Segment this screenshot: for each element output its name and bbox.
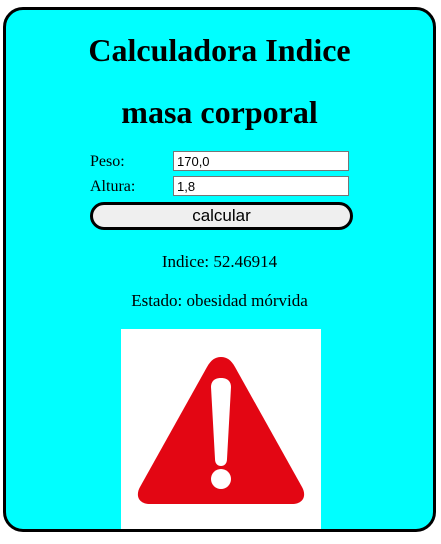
calcular-button[interactable]: calcular <box>90 202 353 230</box>
peso-label: Peso: <box>90 153 125 170</box>
page-title: Calculadora Indice <box>88 32 351 68</box>
warning-image <box>121 329 321 529</box>
page-subtitle: masa corporal <box>121 94 318 130</box>
altura-label: Altura: <box>90 178 136 195</box>
altura-row: Altura: <box>90 176 354 198</box>
indice-result: Indice: 52.46914 <box>161 252 278 271</box>
peso-row: Peso: <box>90 151 354 173</box>
exclamation-dot <box>211 469 231 489</box>
altura-input[interactable] <box>173 176 349 196</box>
peso-input[interactable] <box>173 151 349 171</box>
estado-result: Estado: obesidad mórvida <box>131 291 308 310</box>
calculator-card: Calculadora Indice masa corporal Peso: A… <box>3 7 436 532</box>
warning-triangle-icon <box>137 357 305 504</box>
